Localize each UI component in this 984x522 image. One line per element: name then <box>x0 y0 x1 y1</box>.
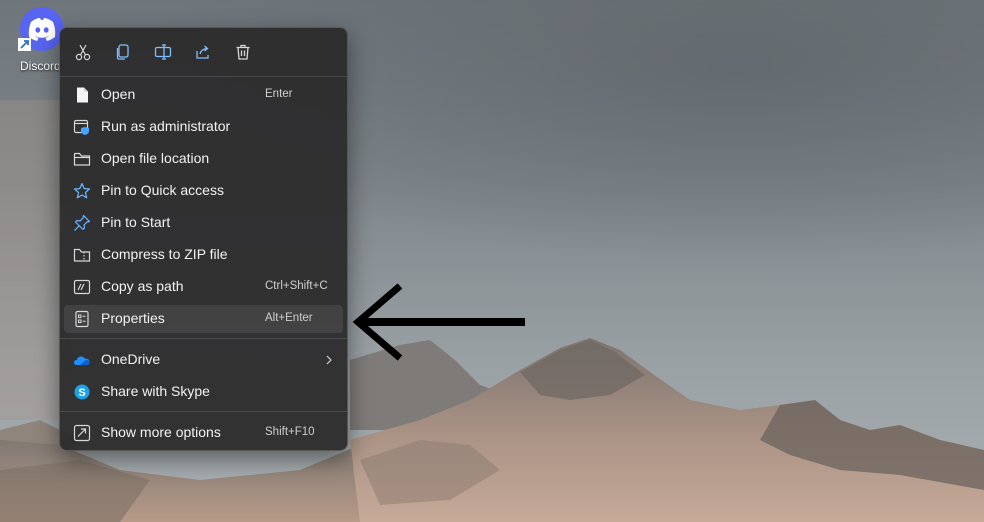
delete-button[interactable] <box>229 38 257 66</box>
quick-action-bar <box>60 28 347 76</box>
rename-icon <box>154 44 172 60</box>
trash-icon <box>236 44 250 60</box>
context-menu: Open Enter Run as administrator Open fil… <box>59 27 348 451</box>
menu-item-label: Open file location <box>101 150 210 166</box>
menu-item-shortcut: Enter <box>265 88 293 100</box>
folder-icon <box>73 152 91 166</box>
menu-item-onedrive[interactable]: OneDrive <box>64 346 343 374</box>
menu-item-label: Share with Skype <box>101 383 210 399</box>
menu-item-shortcut: Alt+Enter <box>265 312 313 324</box>
share-button[interactable] <box>189 38 217 66</box>
menu-item-share-with-skype[interactable]: S Share with Skype <box>64 378 343 406</box>
menu-item-label: Copy as path <box>101 278 184 294</box>
skype-icon: S <box>74 384 90 400</box>
menu-item-pin-to-quick-access[interactable]: Pin to Quick access <box>64 177 343 205</box>
menu-item-open[interactable]: Open Enter <box>64 81 343 109</box>
shield-window-icon <box>73 119 89 135</box>
menu-item-label: Pin to Start <box>101 214 171 230</box>
more-options-icon <box>73 424 91 442</box>
share-icon <box>196 45 209 59</box>
menu-separator <box>60 411 347 412</box>
copy-button[interactable] <box>109 38 137 66</box>
menu-item-run-as-administrator[interactable]: Run as administrator <box>64 113 343 141</box>
zip-folder-icon <box>73 248 91 262</box>
menu-item-copy-as-path[interactable]: Copy as path Ctrl+Shift+C <box>64 273 343 301</box>
rename-button[interactable] <box>149 38 177 66</box>
menu-item-label: Open <box>101 86 136 102</box>
menu-separator <box>60 76 347 77</box>
menu-item-compress-to-zip[interactable]: Compress to ZIP file <box>64 241 343 269</box>
menu-item-pin-to-start[interactable]: Pin to Start <box>64 209 343 237</box>
menu-item-label: Properties <box>101 310 165 326</box>
chevron-right-icon <box>326 355 332 365</box>
menu-separator <box>60 338 347 339</box>
cut-button[interactable] <box>69 38 97 66</box>
menu-item-label: Pin to Quick access <box>101 182 224 198</box>
menu-item-properties[interactable]: Properties Alt+Enter <box>64 305 343 333</box>
file-icon <box>77 87 88 103</box>
menu-item-show-more-options[interactable]: Show more options Shift+F10 <box>64 419 343 447</box>
annotation-arrow-icon <box>352 283 525 361</box>
copy-icon <box>116 44 129 60</box>
menu-item-label: Show more options <box>101 424 221 440</box>
menu-item-label: Compress to ZIP file <box>101 246 228 262</box>
menu-item-shortcut: Ctrl+Shift+C <box>265 280 328 292</box>
properties-icon <box>75 310 89 328</box>
onedrive-cloud-icon <box>74 356 90 365</box>
menu-item-label: OneDrive <box>101 351 161 367</box>
menu-item-shortcut: Shift+F10 <box>265 426 315 438</box>
star-icon <box>73 182 91 199</box>
svg-text:S: S <box>78 387 85 399</box>
menu-item-label: Run as administrator <box>101 118 231 134</box>
discord-logo-icon <box>18 6 64 52</box>
scissors-icon <box>75 44 91 61</box>
pin-icon <box>74 214 91 231</box>
menu-item-open-file-location[interactable]: Open file location <box>64 145 343 173</box>
path-icon <box>73 279 91 295</box>
